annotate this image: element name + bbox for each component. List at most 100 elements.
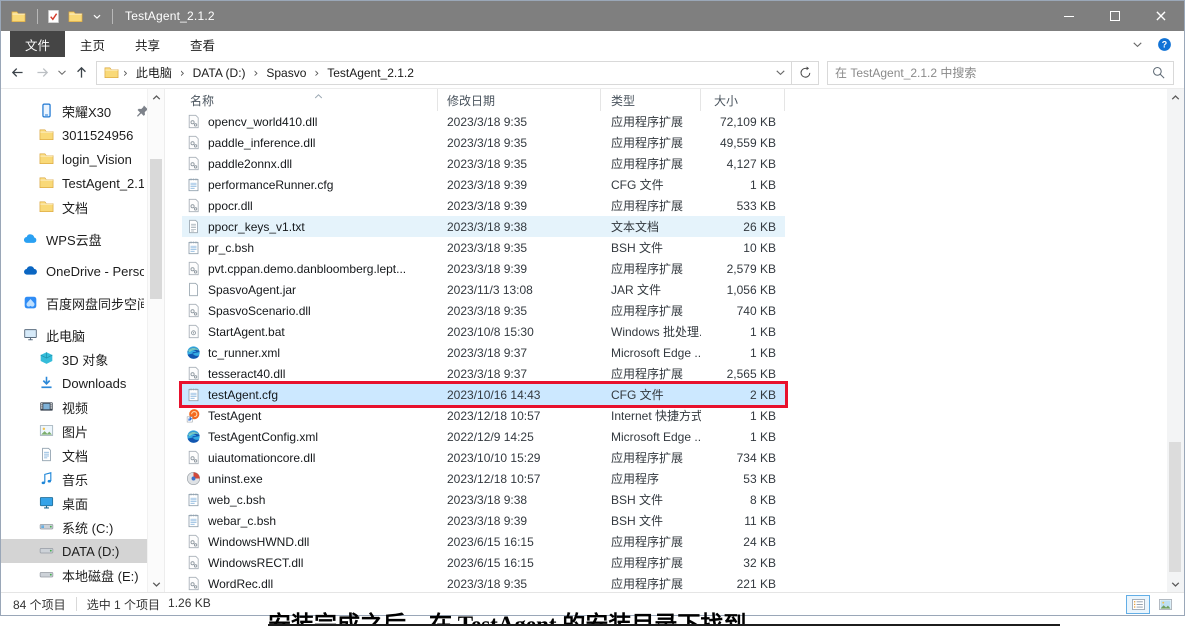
breadcrumb-segment[interactable]: Spasvo	[261, 64, 311, 82]
sidebar-item-文档[interactable]: 文档	[1, 443, 164, 467]
sidebar-scroll-down-icon[interactable]	[148, 576, 164, 592]
column-header-大小[interactable]: 大小	[701, 89, 785, 111]
sidebar-item-荣耀X30[interactable]: 荣耀X30	[1, 99, 164, 123]
address-dropdown-chevron-icon[interactable]	[769, 65, 791, 80]
sidebar-item-百度网盘同步空间[interactable]: 百度网盘同步空间	[1, 291, 164, 315]
file-name-cell: testAgent.cfg	[182, 384, 438, 405]
file-name: testAgent.cfg	[208, 388, 278, 402]
close-button[interactable]: ×	[1138, 1, 1184, 31]
search-input[interactable]	[835, 66, 1151, 80]
file-row[interactable]: ppocr_keys_v1.txt2023/3/18 9:38文本文档26 KB	[182, 216, 785, 237]
file-row[interactable]: SpasvoScenario.dll2023/3/18 9:35应用程序扩展74…	[182, 300, 785, 321]
file-row[interactable]: tesseract40.dll2023/3/18 9:37应用程序扩展2,565…	[182, 363, 785, 384]
refresh-button[interactable]	[792, 61, 819, 85]
sidebar-item-DATA (D:)[interactable]: DATA (D:)	[1, 539, 164, 563]
dll-page-icon	[186, 576, 202, 592]
file-row[interactable]: StartAgent.bat2023/10/8 15:30Windows 批处理…	[182, 321, 785, 342]
notepad-icon	[186, 513, 202, 529]
sidebar-item-OneDrive - Perso[interactable]: OneDrive - Perso	[1, 259, 164, 283]
file-row[interactable]: uninst.exe2023/12/18 10:57应用程序53 KB	[182, 468, 785, 489]
file-row[interactable]: TestAgent2023/12/18 10:57Internet 快捷方式1 …	[182, 405, 785, 426]
menu-tab-主页[interactable]: 主页	[65, 31, 120, 57]
file-row[interactable]: uiautomationcore.dll2023/10/10 15:29应用程序…	[182, 447, 785, 468]
search-box[interactable]	[827, 61, 1174, 85]
file-row[interactable]: tc_runner.xml2023/3/18 9:37Microsoft Edg…	[182, 342, 785, 363]
details-view-button[interactable]	[1126, 595, 1150, 614]
breadcrumb-segment[interactable]: DATA (D:)	[188, 64, 251, 82]
file-row[interactable]: webar_c.bsh2023/3/18 9:39BSH 文件11 KB	[182, 510, 785, 531]
file-row[interactable]: paddle2onnx.dll2023/3/18 9:35应用程序扩展4,127…	[182, 153, 785, 174]
sidebar-scroll-thumb[interactable]	[150, 159, 162, 299]
sidebar-scrollbar[interactable]	[147, 89, 164, 592]
file-row[interactable]: testAgent.cfg2023/10/16 14:43CFG 文件2 KB	[182, 384, 785, 405]
sidebar-scroll-up-icon[interactable]	[148, 89, 164, 105]
forward-button[interactable]	[30, 60, 55, 85]
quick-access-properties-icon[interactable]	[44, 7, 62, 25]
back-button[interactable]	[5, 60, 30, 85]
list-scroll-thumb[interactable]	[1169, 442, 1181, 572]
list-scroll-down-icon[interactable]	[1167, 576, 1183, 592]
sidebar-item-label: TestAgent_2.1.2	[62, 176, 144, 191]
list-scroll-up-icon[interactable]	[1167, 89, 1183, 105]
file-row[interactable]: pr_c.bsh2023/3/18 9:35BSH 文件10 KB	[182, 237, 785, 258]
file-name: paddle2onnx.dll	[208, 157, 292, 171]
sidebar-item-Downloads[interactable]: Downloads	[1, 371, 164, 395]
file-row[interactable]: opencv_world410.dll2023/3/18 9:35应用程序扩展7…	[182, 111, 785, 132]
breadcrumb-segment[interactable]: TestAgent_2.1.2	[322, 64, 419, 82]
document-text-below-window: 安装完成之后，在 TestAgent 的安装目录下找到	[268, 612, 1060, 626]
sidebar-item-视频[interactable]: 视频	[1, 395, 164, 419]
menu-tab-文件[interactable]: 文件	[10, 31, 65, 57]
file-name-cell: TestAgent	[182, 405, 438, 426]
help-icon[interactable]: ?	[1157, 37, 1172, 52]
sidebar-item-login_Vision[interactable]: login_Vision	[1, 147, 164, 171]
file-name-cell: WindowsRECT.dll	[182, 552, 438, 573]
address-bar[interactable]: › 此电脑›DATA (D:)›Spasvo›TestAgent_2.1.2	[96, 61, 792, 85]
file-row[interactable]: paddle_inference.dll2023/3/18 9:35应用程序扩展…	[182, 132, 785, 153]
sidebar-item-label: WPS云盘	[46, 230, 102, 249]
file-row[interactable]: WindowsHWND.dll2023/6/15 16:15应用程序扩展24 K…	[182, 531, 785, 552]
sidebar-item-文档[interactable]: 文档	[1, 195, 164, 219]
thumbnail-view-button[interactable]	[1153, 595, 1177, 614]
file-name-cell: opencv_world410.dll	[182, 111, 438, 132]
file-row[interactable]: web_c.bsh2023/3/18 9:38BSH 文件8 KB	[182, 489, 785, 510]
menu-tab-共享[interactable]: 共享	[120, 31, 175, 57]
sidebar-item-3D 对象[interactable]: 3D 对象	[1, 347, 164, 371]
file-row[interactable]: WindowsRECT.dll2023/6/15 16:15应用程序扩展32 K…	[182, 552, 785, 573]
column-header-label: 大小	[714, 92, 738, 109]
menu-tab-查看[interactable]: 查看	[175, 31, 230, 57]
file-name-cell: webar_c.bsh	[182, 510, 438, 531]
file-row[interactable]: TestAgentConfig.xml2022/12/9 14:25Micros…	[182, 426, 785, 447]
column-header-修改日期[interactable]: 修改日期	[438, 89, 601, 111]
file-type: Internet 快捷方式	[601, 407, 701, 424]
up-button[interactable]	[69, 60, 94, 85]
sidebar-item-此电脑[interactable]: 此电脑	[1, 323, 164, 347]
list-scrollbar[interactable]	[1167, 89, 1184, 592]
sidebar-item-桌面[interactable]: 桌面	[1, 491, 164, 515]
minimize-button[interactable]	[1046, 1, 1092, 31]
sidebar-item-图片[interactable]: 图片	[1, 419, 164, 443]
file-row[interactable]: ppocr.dll2023/3/18 9:39应用程序扩展533 KB	[182, 195, 785, 216]
sidebar-item-3011524956[interactable]: 3011524956	[1, 123, 164, 147]
dll-page-icon	[186, 366, 202, 382]
quick-access-caret-icon[interactable]	[90, 9, 104, 24]
sidebar-item-系统 (C:)[interactable]: 系统 (C:)	[1, 515, 164, 539]
sidebar-item-本地磁盘 (E:)[interactable]: 本地磁盘 (E:)	[1, 563, 164, 587]
sidebar-item-TestAgent_2.1.2[interactable]: TestAgent_2.1.2	[1, 171, 164, 195]
file-row[interactable]: pvt.cppan.demo.danbloomberg.lept...2023/…	[182, 258, 785, 279]
breadcrumb-separator: ›	[177, 66, 188, 80]
sidebar-item-WPS云盘[interactable]: WPS云盘	[1, 227, 164, 251]
file-row[interactable]: WordRec.dll2023/3/18 9:35应用程序扩展221 KB	[182, 573, 785, 592]
breadcrumb-segment[interactable]: 此电脑	[131, 62, 177, 83]
ribbon-expand-chevron-icon[interactable]	[1130, 37, 1145, 52]
column-header-类型[interactable]: 类型	[601, 89, 701, 111]
sidebar-item-音乐[interactable]: 音乐	[1, 467, 164, 491]
file-row[interactable]: performanceRunner.cfg2023/3/18 9:39CFG 文…	[182, 174, 785, 195]
quick-access-newfolder-icon[interactable]	[66, 7, 84, 25]
recent-locations-chevron-icon[interactable]	[55, 60, 69, 85]
file-row[interactable]: SpasvoAgent.jar2023/11/3 13:08JAR 文件1,05…	[182, 279, 785, 300]
file-name: web_c.bsh	[208, 493, 265, 507]
file-size: 1 KB	[701, 178, 785, 192]
file-name: uninst.exe	[208, 472, 263, 486]
column-header-名称[interactable]: 名称	[182, 89, 438, 111]
maximize-button[interactable]	[1092, 1, 1138, 31]
